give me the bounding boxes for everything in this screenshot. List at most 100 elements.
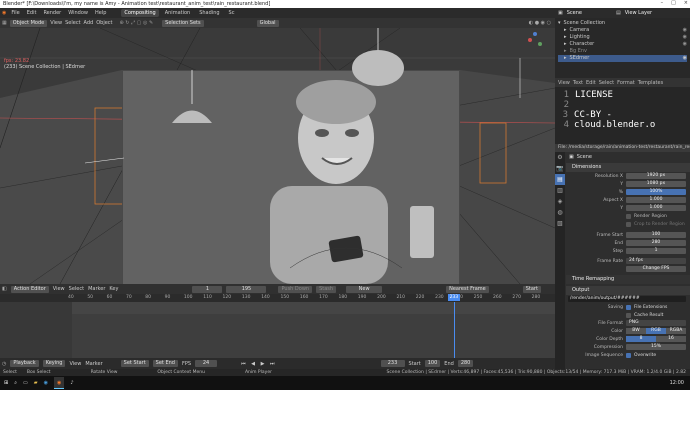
change-fps-button[interactable]: Change FPS [626,266,686,272]
current-frame-field[interactable]: 233 [380,360,405,367]
set-end-button[interactable]: Set End [152,360,178,367]
menu-file[interactable]: File [9,10,21,16]
menu-edit[interactable]: Edit [25,10,39,16]
output-panel-header[interactable]: Output [566,286,690,295]
color-rgb-button[interactable]: RGB [646,328,666,334]
ae-menu-marker[interactable]: Marker [88,286,105,292]
pb-marker-menu[interactable]: Marker [85,361,102,367]
text-menu-templates[interactable]: Templates [638,80,663,86]
mode-dropdown[interactable]: Object Mode [9,19,48,27]
outliner-row-scene-collection[interactable]: ▾ Scene Collection [558,20,687,27]
close-icon[interactable]: × [684,0,688,6]
outliner-row-bg-env[interactable]: ▸ Bg Env [558,48,687,55]
frame-step-field[interactable]: 1 [626,248,686,254]
frame-rate-dropdown[interactable]: 24 fps [626,258,686,264]
dimensions-panel-header[interactable]: Dimensions [566,163,690,172]
selection-sets-button[interactable]: Selection Sets [162,19,204,27]
set-start-button[interactable]: Set Start [120,360,149,367]
visibility-icon[interactable]: ◉ [683,41,687,48]
outliner-row-character[interactable]: ▸ Character ◉ [558,41,687,48]
viewport-menu-object[interactable]: Object [96,20,112,26]
menu-window[interactable]: Window [66,10,90,16]
minimize-icon[interactable]: – [661,0,664,6]
view-layer-selector[interactable]: View Layer [625,10,652,16]
pb-start-field[interactable]: 100 [424,360,441,367]
output-tab-icon[interactable]: ▤ [555,174,565,185]
new-action-button[interactable]: New [346,285,383,293]
workspace-tab-more[interactable]: Sc [226,9,238,17]
visibility-icon[interactable]: ◉ [683,27,687,34]
timeline-icon[interactable]: ◷ [2,361,6,367]
pb-view-menu[interactable]: View [69,361,81,367]
text-menu-edit[interactable]: Edit [586,80,596,86]
output-path-field[interactable]: /render/anim/output/###### [568,296,686,302]
search-icon[interactable]: ⌕ [14,380,17,386]
ae-menu-key[interactable]: Key [109,286,118,292]
workspace-tab-compositing[interactable]: Compositing [121,9,159,17]
keyframe-region[interactable] [72,302,555,358]
viewport-menu-select[interactable]: Select [65,20,80,26]
outliner-row-lighting[interactable]: ▸ Lighting ◉ [558,34,687,41]
frame-end-field[interactable]: 280 [626,240,686,246]
render-region-checkbox[interactable] [626,213,631,219]
cache-result-checkbox[interactable] [626,312,631,318]
task-view-icon[interactable]: ▭ [23,380,28,386]
media-icon[interactable]: ♪ [70,380,73,386]
snap-dropdown[interactable]: Nearest Frame [446,285,489,293]
tool-tab-icon[interactable]: ⚙ [555,152,565,163]
taskbar-blender[interactable]: ◉ [53,377,65,389]
text-menu-select[interactable]: Select [599,80,614,86]
orientation-dropdown[interactable]: Global [256,19,279,27]
tool-icons[interactable]: ⊕ ↻ ⤢ ▢ ◎ ✎ [120,20,154,26]
scene-tab-icon[interactable]: ◈ [555,196,565,207]
file-explorer-icon[interactable]: ▰ [34,380,38,386]
playhead-line[interactable] [453,302,455,358]
color-bw-button[interactable]: BW [626,328,646,334]
ae-menu-select[interactable]: Select [69,286,84,292]
viewport-menu-add[interactable]: Add [84,20,94,26]
shading-icons[interactable]: ◐ ● ◉ ○ [529,20,551,26]
file-format-dropdown[interactable]: PNG [626,320,686,326]
color-depth-8-button[interactable]: 8 [626,336,656,342]
browser-icon[interactable]: ◉ [44,380,48,386]
outliner-row-camera[interactable]: ▸ Camera ◉ [558,27,687,34]
menu-render[interactable]: Render [41,10,63,16]
frame-ruler[interactable]: 40 50 60 70 80 90 100 110 120 130 140 150 160 170 180 1… [0,294,555,302]
blender-logo-icon[interactable]: ◉ [2,10,6,16]
playback-controls-icon[interactable]: ⏮ ◀ ▶ ⏭ [241,361,276,367]
color-rgba-button[interactable]: RGBA [666,328,686,334]
dopesheet-icon[interactable]: ◧ [2,286,7,292]
text-menu-text[interactable]: Text [573,80,583,86]
text-menu-format[interactable]: Format [617,80,635,86]
aspect-x-field[interactable]: 1.000 [626,197,686,203]
resolution-y-field[interactable]: 1080 px [626,181,686,187]
text-menu-view[interactable]: View [558,80,570,86]
resolution-x-field[interactable]: 1920 px [626,173,686,179]
frame-start-field[interactable]: 100 [626,232,686,238]
outliner-row-sedrner[interactable]: ▸ SEdrner ◉ [558,55,687,62]
color-depth-16-button[interactable]: 16 [656,336,686,342]
resolution-percent-field[interactable]: 100% [626,189,686,195]
action-range-start[interactable]: 1 [192,285,223,293]
time-remapping-panel-header[interactable]: Time Remapping [566,275,690,284]
ae-start-field[interactable]: Start [522,285,541,293]
pb-end-field[interactable]: 280 [457,360,474,367]
fps-field[interactable]: 24 [195,360,218,367]
overwrite-checkbox[interactable] [626,352,631,358]
file-extensions-checkbox[interactable] [626,304,631,310]
render-tab-icon[interactable]: 📷 [555,163,565,174]
3d-viewport[interactable]: fps: 23.82 (233) Scene Collection | SEdr… [0,28,555,284]
visibility-icon[interactable]: ◉ [683,34,687,41]
playback-menu[interactable]: Playback [10,360,39,367]
action-editor-timeline[interactable] [0,302,555,358]
windows-start-icon[interactable]: ⊞ [4,380,8,386]
view-layer-tab-icon[interactable]: ▥ [555,185,565,196]
ae-menu-view[interactable]: View [53,286,65,292]
push-down-button[interactable]: Push Down [278,285,313,293]
workspace-tab-animation[interactable]: Animation [162,9,194,17]
maximize-icon[interactable]: □ [671,0,676,6]
world-tab-icon[interactable]: ◍ [555,207,565,218]
crop-region-checkbox[interactable] [626,221,631,227]
stash-button[interactable]: Stash [316,285,337,293]
text-editor[interactable]: View Text Edit Select Format Templates 1… [555,78,690,144]
